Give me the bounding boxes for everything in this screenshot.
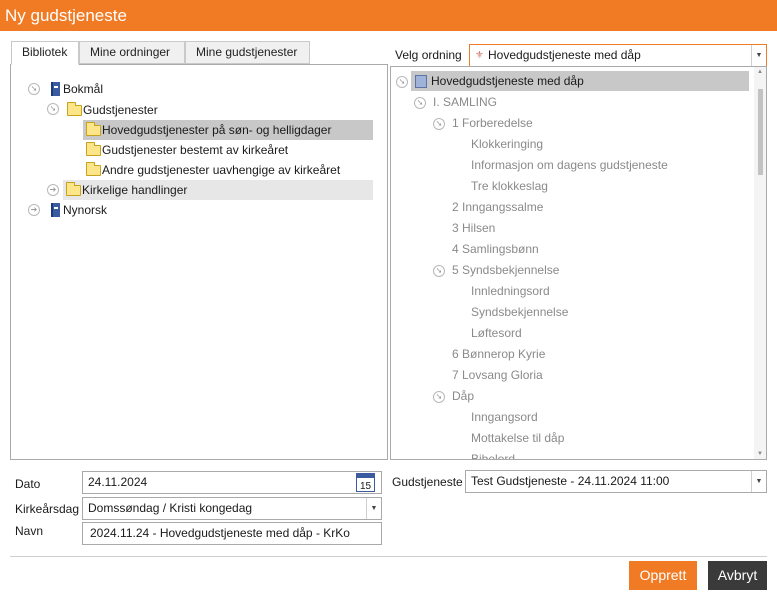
order-item[interactable]: Innledningsord (471, 281, 550, 301)
dato-input[interactable]: 24.11.2024 (82, 471, 382, 494)
collapsed-arrow-icon[interactable]: ➔ (28, 204, 40, 216)
folder-icon (86, 142, 101, 156)
order-item[interactable]: Informasjon om dagens gudstjeneste (471, 155, 668, 175)
folder-icon (86, 162, 101, 176)
order-item[interactable]: Mottakelse til dåp (471, 428, 564, 448)
book-icon (51, 203, 60, 217)
tree-item-nynorsk[interactable]: Nynorsk (63, 200, 107, 220)
order-item[interactable]: 1 Forberedelse (452, 113, 533, 133)
document-icon (415, 75, 427, 88)
expand-arrow-icon[interactable]: ➘ (433, 391, 445, 403)
order-item[interactable]: Tre klokkeslag (471, 176, 548, 196)
gudstjeneste-value: Test Gudstjeneste - 24.11.2024 11:00 (471, 474, 670, 488)
order-item-section[interactable]: I. SAMLING (433, 92, 497, 112)
navn-input[interactable]: 2024.11.24 - Hovedgudstjeneste med dåp -… (82, 522, 382, 545)
order-item[interactable]: Klokkeringing (471, 134, 543, 154)
tree-item-label: Hovedgudstjenester på søn- og helligdage… (102, 123, 332, 137)
expand-arrow-icon[interactable]: ➘ (433, 265, 445, 277)
tree-item-bokmal[interactable]: Bokmål (63, 79, 103, 99)
ordning-selected-value: Hovedgudstjeneste med dåp (488, 48, 641, 62)
chevron-down-icon[interactable]: ▼ (751, 45, 766, 66)
order-item[interactable]: Inngangsord (471, 407, 538, 427)
chevron-down-icon[interactable]: ▼ (751, 471, 766, 492)
order-item[interactable]: 6 Bønnerop Kyrie (452, 344, 545, 364)
tree-item-hovedgudstjenester[interactable]: Hovedgudstjenester på søn- og helligdage… (83, 120, 373, 140)
book-icon (51, 82, 60, 96)
order-item[interactable]: 4 Samlingsbønn (452, 239, 539, 259)
tree-item-label: Kirkelige handlinger (82, 183, 188, 197)
folder-icon (67, 102, 82, 116)
scrollbar-thumb[interactable] (758, 89, 763, 175)
kirkearsdag-select[interactable]: Domssøndag / Kristi kongedag ▼ (82, 497, 382, 520)
tab-mine-ordninger[interactable]: Mine ordninger (79, 41, 185, 64)
avbryt-button[interactable]: Avbryt (708, 561, 767, 590)
scroll-up-icon[interactable]: ▲ (757, 69, 763, 75)
order-item-label: Hovedgudstjeneste med dåp (431, 74, 584, 88)
kirkearsdag-label: Kirkeårsdag (15, 502, 80, 516)
expand-arrow-icon[interactable]: ➘ (28, 83, 40, 95)
gudstjeneste-select[interactable]: Test Gudstjeneste - 24.11.2024 11:00 ▼ (465, 470, 767, 493)
tab-mine-gudstjenester[interactable]: Mine gudstjenester (185, 41, 310, 64)
chevron-down-icon[interactable]: ▼ (366, 498, 381, 519)
tree-item-andre-gudstjenester[interactable]: Andre gudstjenester uavhengige av kirkeå… (102, 160, 340, 180)
order-item[interactable]: Løftesord (471, 323, 522, 343)
expand-arrow-icon[interactable]: ➘ (47, 103, 59, 115)
order-item[interactable]: 2 Inngangssalme (452, 197, 543, 217)
scroll-down-icon[interactable]: ▼ (757, 451, 763, 457)
opprett-button[interactable]: Opprett (629, 561, 697, 590)
navn-label: Navn (15, 524, 44, 538)
expand-arrow-icon[interactable]: ➘ (414, 97, 426, 109)
kirkearsdag-value: Domssøndag / Kristi kongedag (88, 501, 253, 515)
dato-label: Dato (15, 477, 41, 491)
collapsed-arrow-icon[interactable]: ➔ (47, 184, 59, 196)
folder-icon (66, 182, 81, 196)
order-item[interactable]: Dåp (452, 386, 474, 406)
order-item[interactable]: 7 Lovsang Gloria (452, 365, 543, 385)
velg-ordning-label: Velg ordning (395, 48, 462, 62)
order-tree-panel: ➘ Hovedgudstjeneste med dåp ➘ I. SAMLING… (390, 66, 767, 460)
order-item[interactable]: Bibelord (471, 449, 515, 459)
ordning-select[interactable]: ⚜ Hovedgudstjeneste med dåp ▼ (469, 44, 767, 67)
footer-divider (10, 556, 767, 557)
order-item-root[interactable]: Hovedgudstjeneste med dåp (411, 71, 749, 91)
order-item[interactable]: Syndsbekjennelse (471, 302, 568, 322)
tree-item-gudstjenester[interactable]: Gudstjenester (83, 100, 158, 120)
folder-icon (86, 122, 101, 136)
order-item[interactable]: 3 Hilsen (452, 218, 495, 238)
calendar-icon[interactable]: 15 (356, 473, 375, 492)
order-item[interactable]: 5 Syndsbekjennelse (452, 260, 559, 280)
expand-arrow-icon[interactable]: ➘ (433, 118, 445, 130)
dialog-title: Ny gudstjeneste (0, 0, 777, 31)
library-tree-panel: ➘ Bokmål ➘ Gudstjenester Hovedgudstjenes… (10, 64, 388, 460)
tree-item-bestemt-av-kirkearet[interactable]: Gudstjenester bestemt av kirkeåret (102, 140, 288, 160)
gudstjeneste-label: Gudstjeneste (392, 475, 463, 489)
calendar-day: 15 (359, 481, 372, 492)
tab-bibliotek[interactable]: Bibliotek (11, 41, 79, 65)
scrollbar[interactable]: ▲ ▼ (754, 67, 766, 459)
ordning-icon: ⚜ (475, 50, 484, 61)
tree-item-kirkelige-handlinger[interactable]: Kirkelige handlinger (63, 180, 373, 200)
expand-arrow-icon[interactable]: ➘ (396, 76, 408, 88)
